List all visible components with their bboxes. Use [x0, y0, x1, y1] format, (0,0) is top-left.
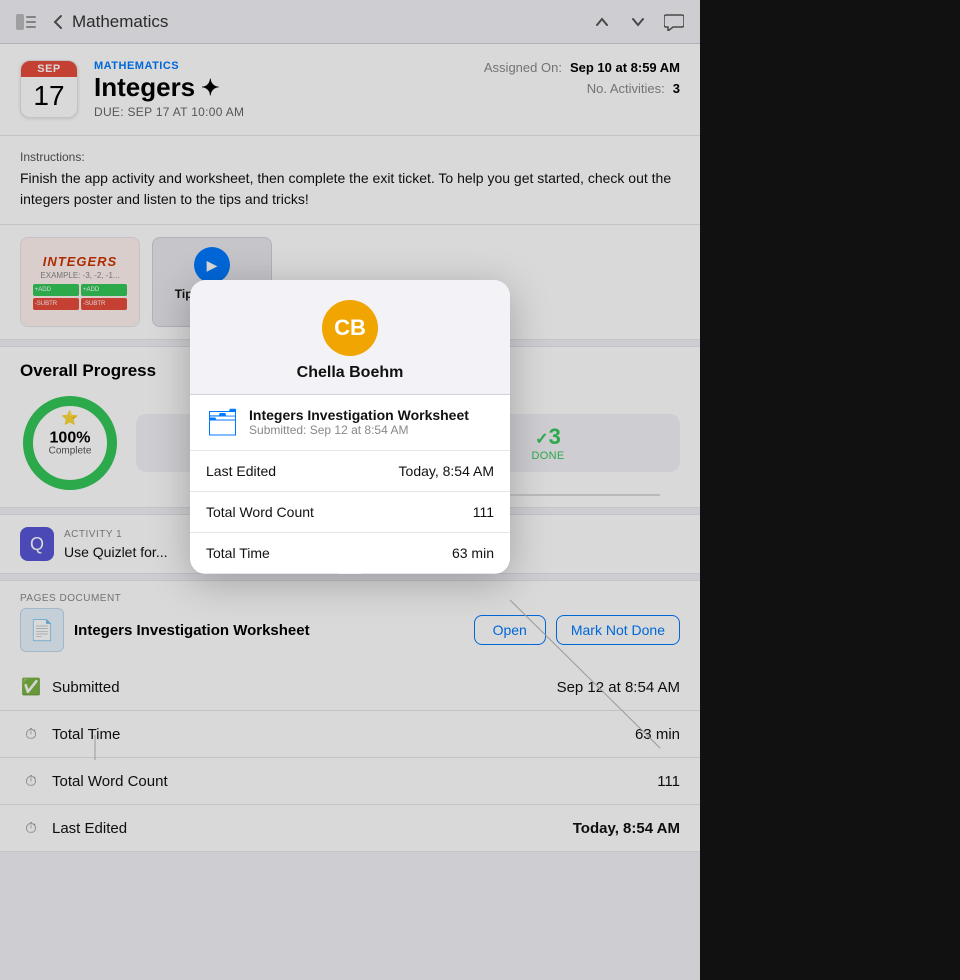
popup-stat-total-time: Total Time 63 min — [190, 533, 510, 574]
popup-body: 🗂 Integers Investigation Worksheet Submi… — [190, 395, 510, 574]
black-panel — [700, 0, 960, 980]
popup-header: CB Chella Boehm — [190, 280, 510, 395]
popup-doc-title: Integers Investigation Worksheet — [249, 407, 469, 423]
popup-doc-info: Integers Investigation Worksheet Submitt… — [249, 407, 469, 437]
popup-stat-last-edited-value: Today, 8:54 AM — [399, 463, 494, 479]
popup-stat-word-count-value: 111 — [473, 504, 494, 520]
popup-stat-word-count-label: Total Word Count — [206, 504, 473, 520]
popup-stat-last-edited-label: Last Edited — [206, 463, 399, 479]
popup-doc-icon: 🗂 — [206, 407, 239, 438]
popup-stat-word-count: Total Word Count 111 — [190, 492, 510, 533]
popup-card: CB Chella Boehm 🗂 Integers Investigation… — [190, 280, 510, 574]
popup-stat-total-time-value: 63 min — [452, 545, 494, 561]
main-panel: Mathematics SEP 17 — [0, 0, 700, 980]
popup-stat-total-time-label: Total Time — [206, 545, 452, 561]
popup-avatar: CB — [322, 300, 378, 356]
popup-doc-sub: Submitted: Sep 12 at 8:54 AM — [249, 423, 469, 437]
popup-name: Chella Boehm — [206, 364, 494, 382]
popup-stat-last-edited: Last Edited Today, 8:54 AM — [190, 451, 510, 492]
popup-overlay: CB Chella Boehm 🗂 Integers Investigation… — [0, 0, 700, 980]
popup-doc-row: 🗂 Integers Investigation Worksheet Submi… — [190, 395, 510, 451]
